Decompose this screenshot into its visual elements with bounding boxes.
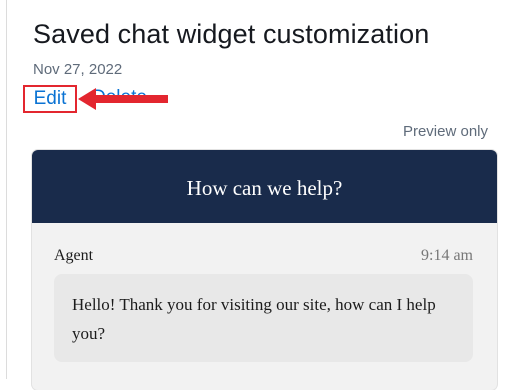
preview-only-label: Preview only [402,123,488,140]
panel-divider [6,0,7,379]
message-sender: Agent [54,247,94,264]
message-timestamp: 9:14 am [421,247,473,264]
saved-date: Nov 27, 2022 [33,61,123,78]
edit-link[interactable]: Edit [23,85,77,113]
saved-customization-panel: Saved chat widget customization Nov 27, … [0,0,510,390]
widget-header-title: How can we help? [32,150,497,223]
annotation-arrow-icon [78,88,168,110]
page-title: Saved chat widget customization [33,19,430,49]
agent-message-bubble: Hello! Thank you for visiting our site, … [54,274,473,362]
chat-widget-preview: How can we help? Agent 9:14 am Hello! Th… [32,150,497,390]
